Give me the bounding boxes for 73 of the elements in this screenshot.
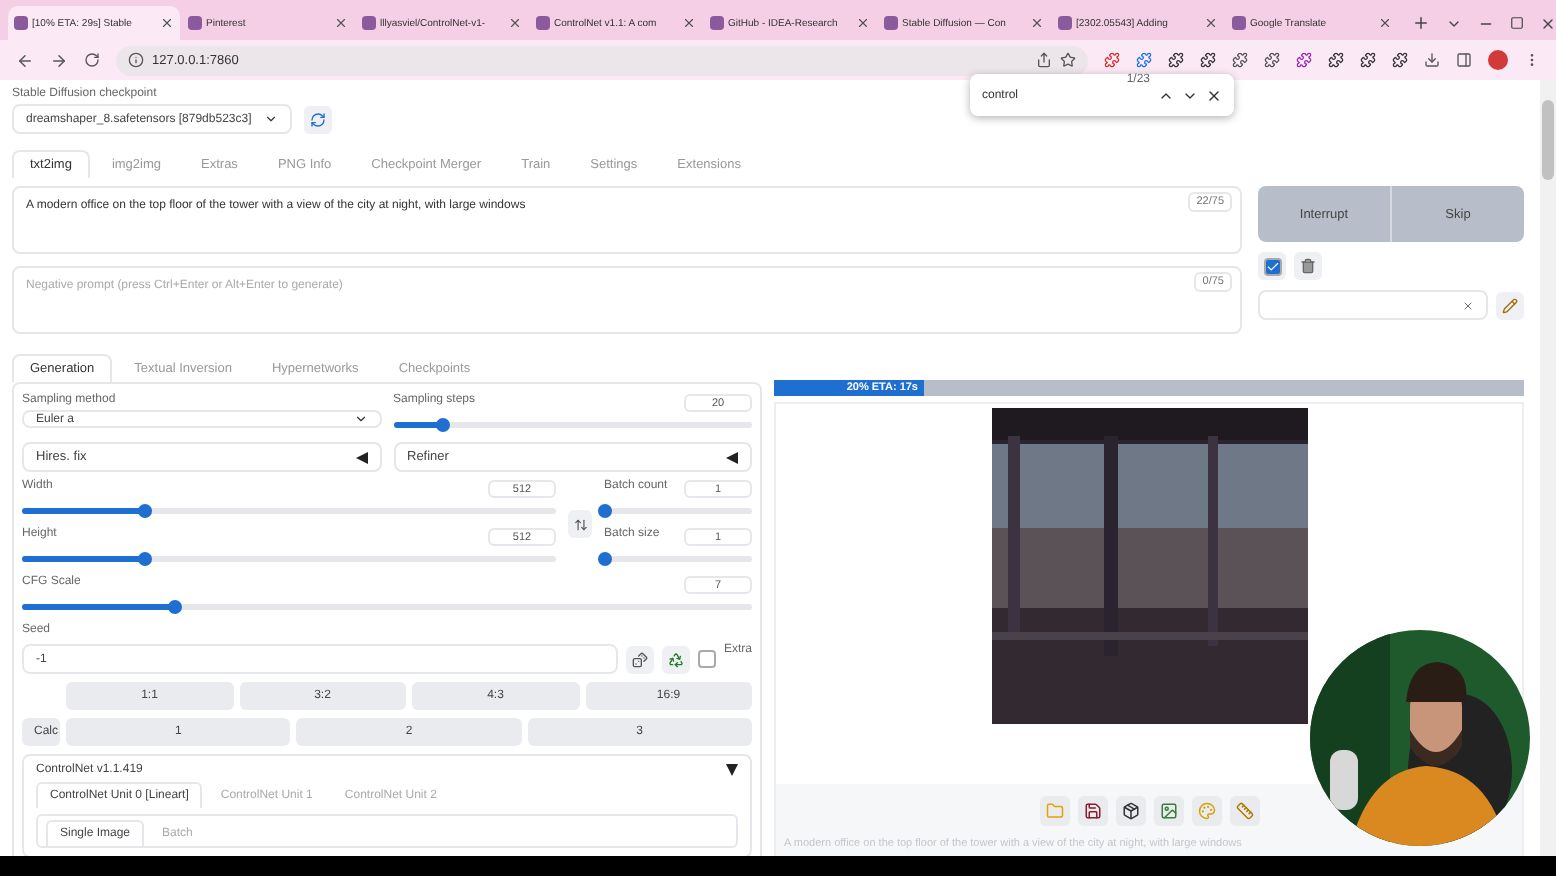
trash-icon bbox=[1300, 258, 1316, 274]
folder-icon bbox=[1045, 802, 1063, 820]
palette-icon bbox=[1197, 802, 1215, 820]
forward-icon[interactable] bbox=[50, 51, 68, 69]
close-icon bbox=[1378, 16, 1392, 30]
clear-icon bbox=[1462, 299, 1474, 311]
download-icon[interactable] bbox=[1424, 52, 1440, 68]
extension-icon[interactable] bbox=[1328, 52, 1344, 68]
close-icon[interactable] bbox=[1206, 87, 1222, 103]
slider-handle[interactable] bbox=[436, 417, 451, 431]
random-seed-button[interactable] bbox=[625, 645, 654, 673]
extension-icon[interactable] bbox=[1264, 52, 1280, 68]
site-icon bbox=[188, 16, 202, 30]
tool-button[interactable] bbox=[1115, 796, 1145, 826]
package-icon bbox=[1121, 802, 1139, 820]
close-icon bbox=[1204, 16, 1218, 30]
close-icon[interactable] bbox=[1540, 15, 1556, 31]
close-icon bbox=[160, 16, 174, 30]
star-icon bbox=[1060, 52, 1076, 68]
caret-icon bbox=[353, 412, 367, 426]
site-icon bbox=[536, 16, 550, 30]
reuse-seed-button[interactable] bbox=[661, 645, 690, 673]
check-icon bbox=[1265, 259, 1279, 273]
extension-icon[interactable] bbox=[1200, 52, 1216, 68]
site-icon bbox=[362, 16, 376, 30]
collapse-icon bbox=[726, 451, 738, 463]
slider-handle[interactable] bbox=[597, 503, 611, 517]
site-icon bbox=[1058, 16, 1072, 30]
expand-icon[interactable] bbox=[726, 764, 738, 776]
close-icon bbox=[682, 16, 696, 30]
extension-icon[interactable] bbox=[1360, 52, 1376, 68]
style-checkbox[interactable] bbox=[1258, 252, 1286, 280]
refresh-icon bbox=[310, 111, 326, 127]
close-icon bbox=[508, 16, 522, 30]
extra-checkbox[interactable] bbox=[697, 650, 716, 668]
delete-button[interactable] bbox=[1294, 252, 1322, 280]
ruler-icon bbox=[1235, 802, 1253, 820]
scrollbar[interactable] bbox=[1540, 80, 1556, 856]
slider-handle[interactable] bbox=[137, 503, 152, 517]
site-icon bbox=[1232, 16, 1246, 30]
site-icon bbox=[884, 16, 898, 30]
save-icon bbox=[1083, 802, 1101, 820]
swap-button[interactable] bbox=[568, 510, 592, 538]
extension-icon[interactable] bbox=[1232, 52, 1248, 68]
close-icon bbox=[1030, 16, 1044, 30]
profile-avatar[interactable] bbox=[1488, 50, 1508, 70]
side-panel-icon[interactable] bbox=[1456, 52, 1472, 68]
extension-icon[interactable] bbox=[1392, 52, 1408, 68]
slider-handle[interactable] bbox=[597, 551, 611, 565]
image-icon bbox=[1159, 802, 1177, 820]
close-icon bbox=[856, 16, 870, 30]
share-icon bbox=[1036, 52, 1052, 68]
dice-icon bbox=[631, 651, 648, 667]
edit-button[interactable] bbox=[1496, 291, 1524, 319]
extension-icon[interactable] bbox=[1296, 52, 1312, 68]
pencil-icon bbox=[1502, 297, 1518, 313]
tool-button[interactable] bbox=[1077, 796, 1107, 826]
new-tab-icon[interactable] bbox=[1412, 14, 1430, 32]
slider-handle[interactable] bbox=[168, 599, 183, 613]
close-icon bbox=[334, 16, 348, 30]
info-icon bbox=[128, 52, 144, 68]
extension-icon[interactable] bbox=[1168, 52, 1184, 68]
reload-icon[interactable] bbox=[84, 52, 100, 68]
site-icon bbox=[14, 16, 28, 30]
site-icon bbox=[710, 16, 724, 30]
recycle-icon bbox=[667, 651, 684, 667]
slider-handle[interactable] bbox=[137, 551, 152, 565]
back-icon[interactable] bbox=[16, 51, 34, 69]
caret-icon bbox=[264, 112, 278, 126]
refresh-button[interactable] bbox=[304, 105, 332, 133]
maximize-icon[interactable] bbox=[1510, 16, 1524, 30]
collapse-icon bbox=[355, 451, 367, 463]
swap-icon bbox=[573, 517, 587, 531]
